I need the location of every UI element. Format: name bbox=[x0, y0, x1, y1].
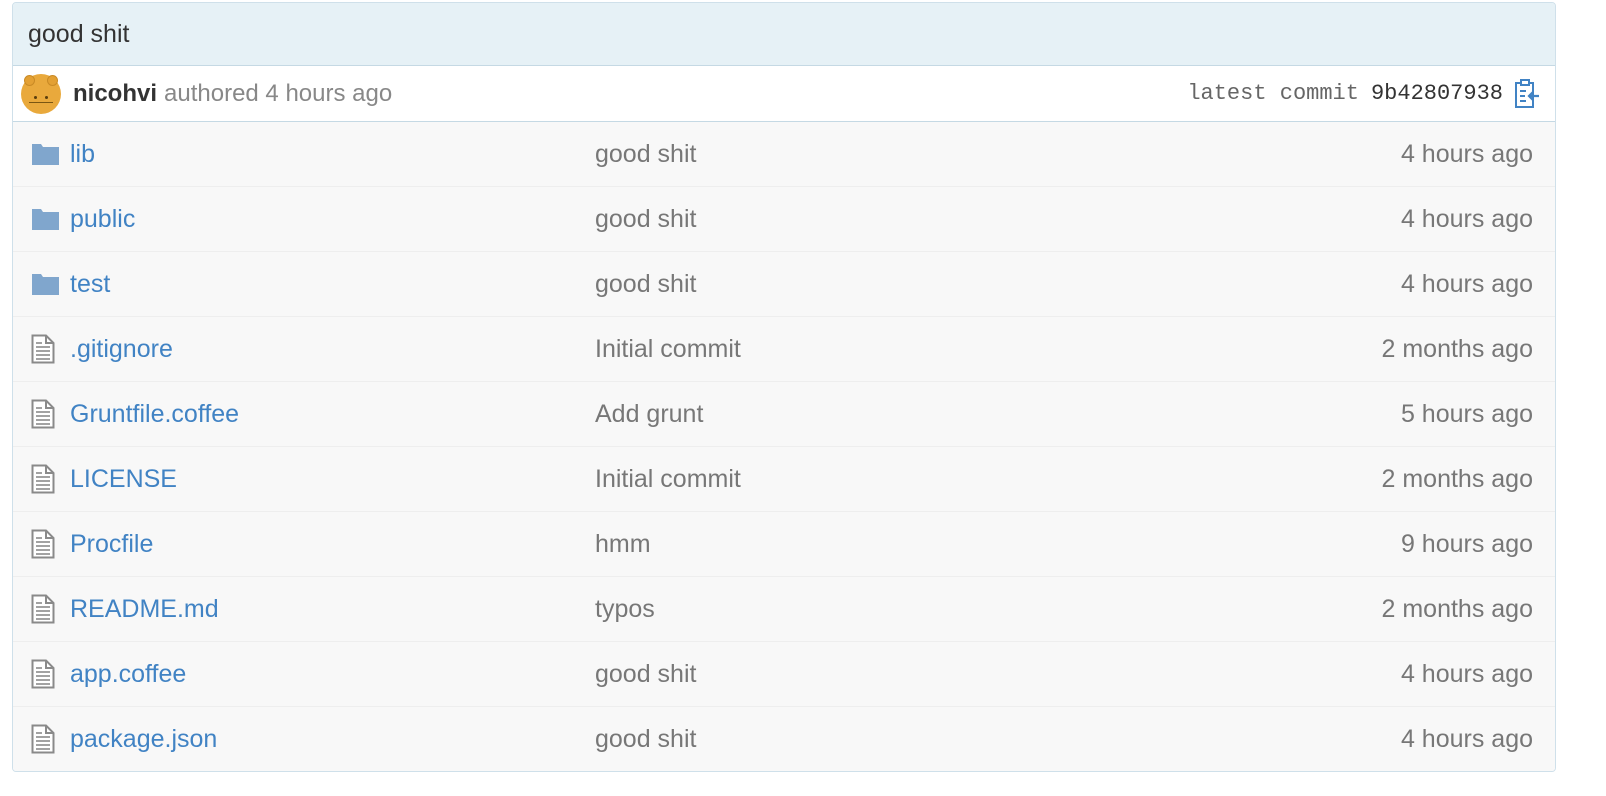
commit-message-link[interactable]: Initial commit bbox=[595, 465, 741, 494]
avatar[interactable] bbox=[21, 73, 61, 114]
file-row[interactable]: lib good shit 4 hours ago bbox=[13, 122, 1555, 186]
file-icon bbox=[13, 642, 69, 706]
file-icon bbox=[13, 382, 69, 446]
file-browser: good shit nicohvi authored 4 hours ago l… bbox=[12, 2, 1556, 772]
commit-authored-time: authored 4 hours ago bbox=[164, 79, 393, 107]
file-name-link[interactable]: LICENSE bbox=[70, 465, 177, 494]
file-row[interactable]: Gruntfile.coffee Add grunt 5 hours ago bbox=[13, 381, 1555, 446]
file-name-link[interactable]: README.md bbox=[70, 595, 219, 624]
commit-age: 4 hours ago bbox=[1400, 139, 1533, 168]
file-icon bbox=[13, 707, 69, 771]
commit-title[interactable]: good shit bbox=[13, 3, 1555, 66]
commit-meta: nicohvi authored 4 hours ago latest comm… bbox=[13, 66, 1555, 122]
file-name-link[interactable]: Procfile bbox=[70, 530, 153, 559]
file-list: lib good shit 4 hours ago public good shit 4 … bbox=[13, 122, 1555, 771]
latest-commit-label: latest commit bbox=[1187, 81, 1359, 106]
file-icon bbox=[13, 577, 69, 641]
latest-commit: latest commit 9b42807938 bbox=[1187, 78, 1541, 110]
folder-icon bbox=[13, 252, 69, 316]
file-name-link[interactable]: lib bbox=[70, 140, 95, 169]
commit-sha-link[interactable]: 9b42807938 bbox=[1371, 81, 1503, 106]
file-icon bbox=[13, 447, 69, 511]
avatar-ear-left bbox=[24, 74, 35, 86]
file-name-link[interactable]: app.coffee bbox=[70, 660, 186, 689]
commit-message-link[interactable]: good shit bbox=[595, 725, 696, 754]
file-name-link[interactable]: Gruntfile.coffee bbox=[70, 400, 239, 429]
commit-age: 2 months ago bbox=[1381, 334, 1534, 363]
file-row[interactable]: package.json good shit 4 hours ago bbox=[13, 706, 1555, 771]
file-row[interactable]: README.md typos 2 months ago bbox=[13, 576, 1555, 641]
file-icon bbox=[13, 317, 69, 381]
commit-message-link[interactable]: typos bbox=[595, 595, 655, 624]
file-row[interactable]: LICENSE Initial commit 2 months ago bbox=[13, 446, 1555, 511]
avatar-ear-right bbox=[47, 74, 58, 86]
commit-message-link[interactable]: good shit bbox=[595, 270, 696, 299]
file-name-link[interactable]: .gitignore bbox=[70, 335, 173, 364]
file-row[interactable]: Procfile hmm 9 hours ago bbox=[13, 511, 1555, 576]
commit-message-link[interactable]: good shit bbox=[595, 140, 696, 169]
file-name-link[interactable]: package.json bbox=[70, 725, 217, 754]
commit-message-link[interactable]: good shit bbox=[595, 205, 696, 234]
file-row[interactable]: test good shit 4 hours ago bbox=[13, 251, 1555, 316]
folder-icon bbox=[13, 187, 69, 251]
commit-author[interactable]: nicohvi bbox=[73, 80, 157, 108]
file-name-link[interactable]: test bbox=[70, 270, 110, 299]
commit-age: 4 hours ago bbox=[1400, 269, 1533, 298]
commit-age: 4 hours ago bbox=[1400, 724, 1533, 753]
file-name-link[interactable]: public bbox=[70, 205, 135, 234]
commit-message-link[interactable]: good shit bbox=[595, 660, 696, 689]
commit-age: 2 months ago bbox=[1381, 594, 1534, 623]
file-row[interactable]: app.coffee good shit 4 hours ago bbox=[13, 641, 1555, 706]
commit-age: 5 hours ago bbox=[1400, 399, 1533, 428]
avatar-mouth bbox=[29, 101, 53, 103]
avatar-eye-left bbox=[34, 95, 37, 99]
commit-message-link[interactable]: hmm bbox=[595, 530, 651, 559]
commit-age: 4 hours ago bbox=[1400, 659, 1533, 688]
file-row[interactable]: .gitignore Initial commit 2 months ago bbox=[13, 316, 1555, 381]
file-icon bbox=[13, 512, 69, 576]
copy-clipboard-icon[interactable] bbox=[1513, 78, 1541, 110]
commit-age: 9 hours ago bbox=[1400, 529, 1533, 558]
folder-icon bbox=[13, 122, 69, 186]
commit-message-link[interactable]: Initial commit bbox=[595, 335, 741, 364]
commit-message-link[interactable]: Add grunt bbox=[595, 400, 703, 429]
file-row[interactable]: public good shit 4 hours ago bbox=[13, 186, 1555, 251]
commit-age: 2 months ago bbox=[1381, 464, 1534, 493]
avatar-eye-right bbox=[45, 95, 48, 99]
commit-age: 4 hours ago bbox=[1400, 204, 1533, 233]
